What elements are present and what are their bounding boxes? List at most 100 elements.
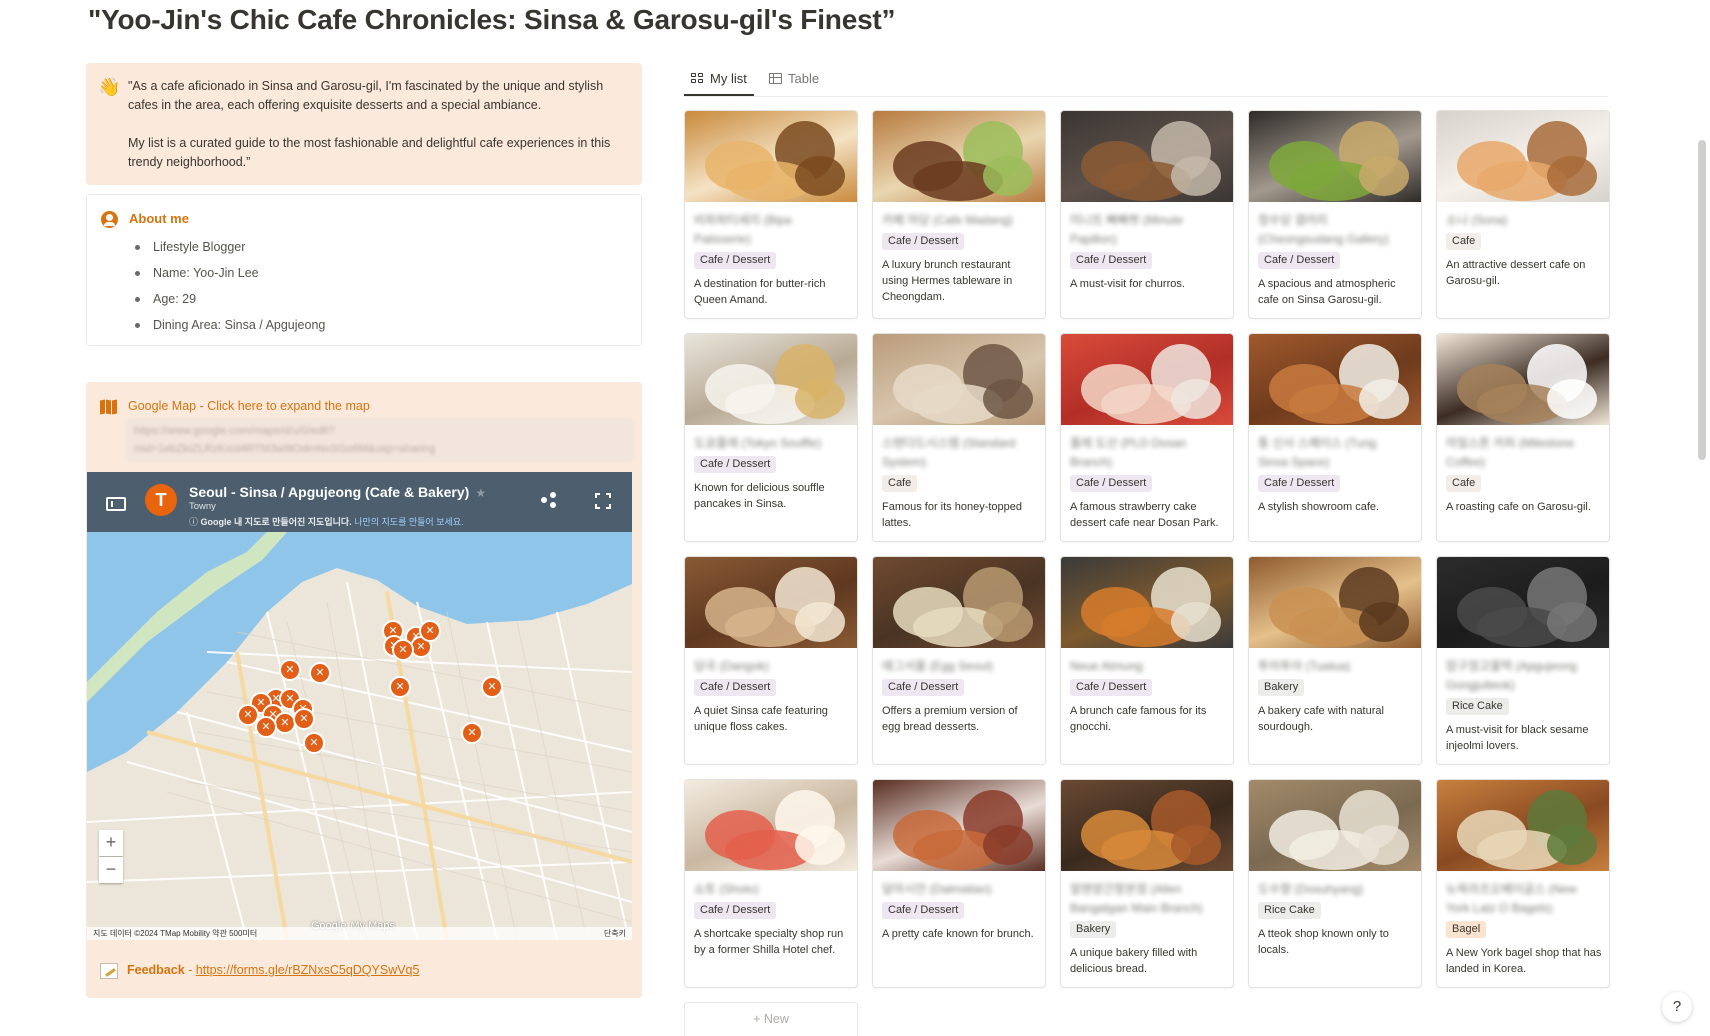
tab-table[interactable]: Table (762, 68, 826, 96)
card-title: 도수향 (Dosuhyang) (1258, 882, 1364, 896)
category-tag: Cafe / Dessert (694, 456, 777, 473)
card-title: 뉴욕라츠오베이글스 (New York Latz O Bagels) (1446, 882, 1577, 915)
cafe-map-pin[interactable]: ✕ (255, 716, 277, 738)
card-title: 비파파티세리 (Bipa Patisserie) (694, 213, 792, 246)
map-author: Towny (189, 501, 216, 512)
card-description: A destination for butter-rich Queen Aman… (694, 278, 826, 306)
shortcuts-link[interactable]: 단축키 (604, 927, 626, 940)
cafe-map-pin[interactable]: ✕ (279, 659, 301, 681)
cafe-map-pin[interactable]: ✕ (419, 620, 441, 642)
category-tag: Cafe / Dessert (882, 679, 965, 696)
scrollbar[interactable] (1698, 140, 1706, 460)
card-title: Neue Atmung (1070, 659, 1143, 673)
card-description: A stylish showroom cafe. (1258, 501, 1380, 513)
card-description: Offers a premium version of egg bread de… (882, 705, 1018, 733)
gallery-card[interactable]: 플레 도산 (PLD Dosan Branch) Cafe / Dessert A … (1060, 333, 1234, 542)
cafe-map-pin[interactable]: ✕ (481, 676, 503, 698)
cafe-map-pin[interactable]: ✕ (309, 662, 331, 684)
category-tag: Cafe / Dessert (882, 233, 965, 250)
gallery-card[interactable]: 퉁 신사 스페이스 (Tung Sinsa Space) Cafe / Desse… (1248, 333, 1422, 542)
table-icon (769, 73, 782, 84)
card-description: A luxury brunch restaurant using Hermes … (882, 259, 1013, 303)
gallery-card[interactable]: 미니트 빠빠쁘 (Minute Papillon) Cafe / Dessert A… (1060, 110, 1234, 319)
cafe-map-pin[interactable]: ✕ (389, 676, 411, 698)
feedback-link[interactable]: https://forms.gle/rBZNxsC5qDQYSwVq5 (196, 963, 420, 977)
card-description: A spacious and atmospheric cafe on Sinsa… (1258, 278, 1396, 306)
category-tag: Cafe / Dessert (882, 902, 965, 919)
gallery-card[interactable]: 비파파티세리 (Bipa Patisserie) Cafe / Dessert A … (684, 110, 858, 319)
about-me-heading: About me (129, 211, 189, 226)
card-title: 달마시안 (Dalmatian) (882, 882, 992, 896)
gallery-card[interactable]: 카페 마당 (Cafe Madang) Cafe / Dessert A luxur… (872, 110, 1046, 319)
category-tag: Cafe / Dessert (1258, 475, 1341, 492)
card-description: A famous strawberry cake dessert cafe ne… (1070, 501, 1219, 529)
intro-paragraph-2: My list is a curated guide to the most f… (128, 136, 611, 169)
category-tag: Cafe / Dessert (1258, 252, 1341, 269)
gallery-card[interactable]: 쇼토 (Shoto) Cafe / Dessert A shortcake spec… (684, 779, 858, 988)
card-photo (685, 111, 857, 202)
card-description: A unique bakery filled with delicious br… (1070, 947, 1198, 975)
card-description: Famous for its honey-topped lattes. (882, 501, 1023, 529)
card-photo (1437, 111, 1609, 202)
card-photo (1249, 557, 1421, 648)
category-tag: Bagel (1446, 921, 1487, 938)
sidebar-toggle-icon[interactable] (106, 497, 126, 511)
card-description: A New York bagel shop that has landed in… (1446, 947, 1602, 975)
card-title: 퉁 신사 스페이스 (Tung Sinsa Space) (1258, 436, 1377, 469)
gallery-card[interactable]: 압구정고물떡 (Apgujeong Gongjutteok) Rice Cake A… (1436, 556, 1610, 765)
card-photo (1061, 780, 1233, 871)
new-card-button[interactable]: + New (684, 1002, 858, 1036)
map-link[interactable]: https://www.google.com/maps/d/u/0/edit?m… (126, 418, 634, 462)
map-expand-toggle[interactable]: Google Map - Click here to expand the ma… (128, 399, 370, 413)
zoom-in-button[interactable]: + (99, 830, 123, 856)
zoom-out-button[interactable]: − (99, 857, 123, 883)
category-tag: Cafe (1446, 475, 1482, 492)
intro-callout: 👋 "As a cafe aficionado in Sinsa and Gar… (86, 63, 642, 185)
about-item: Dining Area: Sinsa / Apgujeong (135, 312, 325, 338)
gallery-card[interactable]: 도쿄플레 (Tokyo Souffle) Cafe / Dessert Known … (684, 333, 858, 542)
map-header: T Seoul - Sinsa / Apgujeong (Cafe & Bake… (87, 472, 632, 532)
about-item: Lifestyle Blogger (135, 234, 325, 260)
card-photo (1061, 111, 1233, 202)
card-photo (873, 780, 1045, 871)
gallery-card[interactable]: 투아투아 (Tuatua) Bakery A bakery cafe with na… (1248, 556, 1422, 765)
map-icon (100, 399, 118, 415)
category-tag: Cafe (1446, 233, 1482, 250)
category-tag: Cafe / Dessert (1070, 252, 1153, 269)
gallery-card[interactable]: 마일스톤 커피 (Milestone Coffee) Cafe A roasting… (1436, 333, 1610, 542)
cafe-map-pin[interactable]: ✕ (461, 722, 483, 744)
gallery-card[interactable]: 스탠다드시스템 (Standard System) Cafe Famous for … (872, 333, 1046, 542)
cafe-map-pin[interactable]: ✕ (293, 708, 315, 730)
cafe-map-pin[interactable]: ✕ (392, 639, 414, 661)
gallery-card[interactable]: Neue Atmung Cafe / Dessert A brunch cafe f… (1060, 556, 1234, 765)
map-embed[interactable]: T Seoul - Sinsa / Apgujeong (Cafe & Bake… (87, 472, 632, 940)
help-button[interactable]: ? (1662, 992, 1692, 1022)
card-photo (685, 557, 857, 648)
gallery-card[interactable]: 도수향 (Dosuhyang) Rice Cake A tteok shop kno… (1248, 779, 1422, 988)
gallery-card[interactable]: 달마시안 (Dalmatian) Cafe / Dessert A pretty c… (872, 779, 1046, 988)
card-description: A pretty cafe known for brunch. (882, 928, 1034, 940)
gallery-card[interactable]: 당곡 (Dangok) Cafe / Dessert A quiet Sinsa c… (684, 556, 858, 765)
card-description: An attractive dessert cafe on Garosu-gil… (1446, 259, 1586, 287)
gallery-card[interactable]: 소나 (Sona) Cafe An attractive dessert cafe … (1436, 110, 1610, 319)
person-icon (101, 211, 118, 228)
card-title: 쇼토 (Shoto) (694, 882, 759, 896)
make-map-link[interactable]: 나만의 지도를 만들어 보세요. (354, 517, 463, 527)
share-icon[interactable] (541, 492, 557, 508)
card-photo (685, 780, 857, 871)
gallery-card[interactable]: 뉴욕라츠오베이글스 (New York Latz O Bagels) Bagel A… (1436, 779, 1610, 988)
gallery-card[interactable]: 에그서울 (Egg Seoul) Cafe / Dessert Offers a p… (872, 556, 1046, 765)
about-me-list: Lifestyle Blogger Name: Yoo-Jin Lee Age:… (135, 234, 325, 338)
map-callout: Google Map - Click here to expand the ma… (86, 382, 642, 998)
fullscreen-icon[interactable] (594, 492, 612, 510)
gallery-card[interactable]: 알렌방간항본점 (Allen Bangatgan Main Branch) Bak… (1060, 779, 1234, 988)
tabs-divider (684, 96, 1608, 97)
feedback-text: Feedback - https://forms.gle/rBZNxsC5qDQ… (127, 963, 420, 977)
about-item: Age: 29 (135, 286, 325, 312)
map-title: Seoul - Sinsa / Apgujeong (Cafe & Bakery… (189, 484, 487, 500)
category-tag: Cafe / Dessert (694, 902, 777, 919)
cafe-map-pin[interactable]: ✕ (303, 732, 325, 754)
star-icon[interactable]: ★ (475, 486, 486, 500)
tab-my-list[interactable]: My list (684, 68, 754, 96)
gallery-card[interactable]: 청수당 갤러리 (Cheongsudang Gallery) Cafe / Des… (1248, 110, 1422, 319)
